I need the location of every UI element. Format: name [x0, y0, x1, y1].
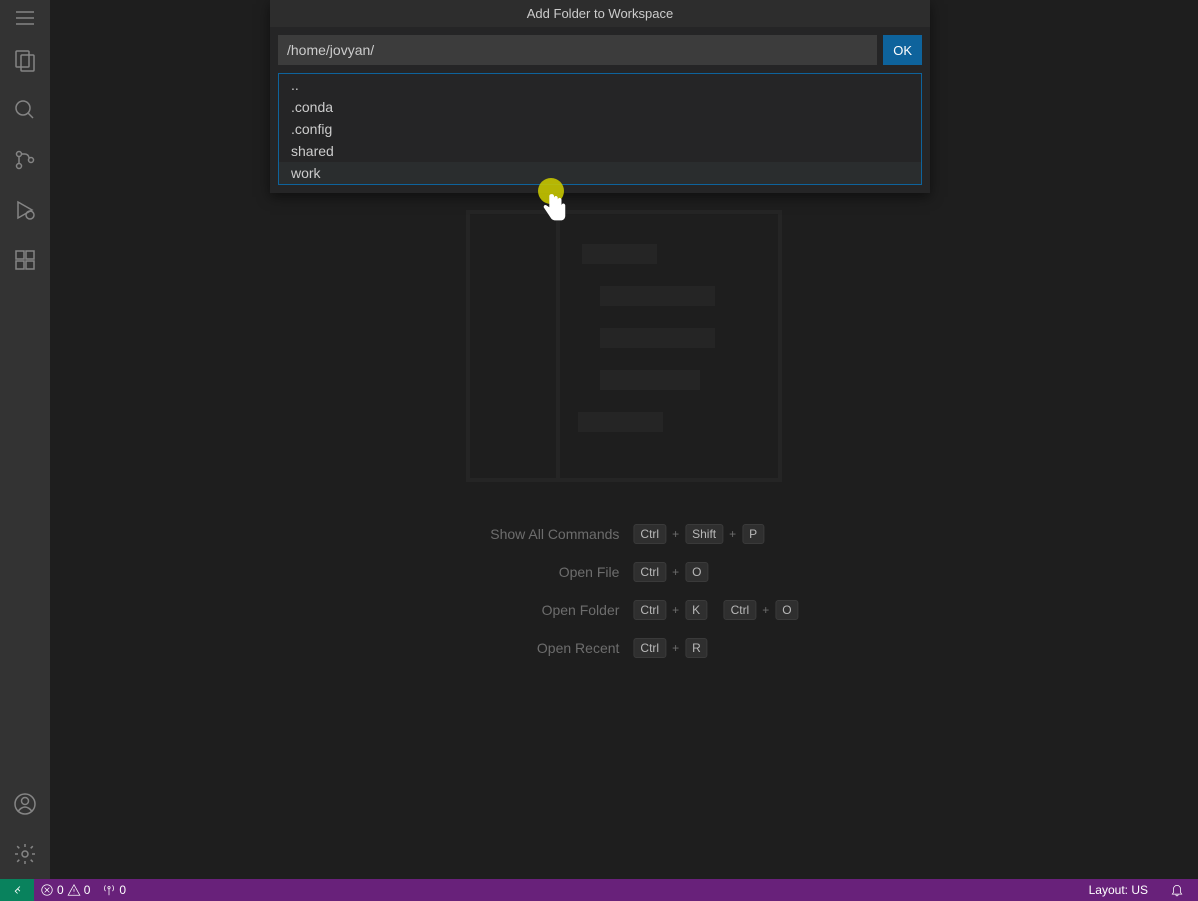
warning-count: 0	[84, 883, 91, 897]
key-shift: Shift	[685, 524, 723, 544]
status-bar: 0 0 0 Layout: US	[0, 879, 1198, 901]
hint-open-folder-label: Open Folder	[449, 601, 619, 619]
hint-open-file-label: Open File	[449, 563, 619, 581]
notifications-button[interactable]	[1164, 879, 1190, 901]
key-r: R	[685, 638, 708, 658]
suggestion-parent[interactable]: ..	[279, 74, 921, 96]
activity-bar	[0, 0, 50, 879]
key-ctrl: Ctrl	[633, 562, 666, 582]
key-ctrl: Ctrl	[633, 524, 666, 544]
antenna-icon	[102, 883, 116, 897]
key-k: K	[685, 600, 707, 620]
shortcut-hints: Show All Commands Ctrl+ Shift+ P Open Fi…	[449, 524, 798, 658]
suggestion-config[interactable]: .config	[279, 118, 921, 140]
key-ctrl: Ctrl	[633, 600, 666, 620]
suggestion-work[interactable]: work	[279, 162, 921, 184]
search-tab[interactable]	[0, 85, 50, 135]
folder-suggestions: .. .conda .config shared work	[278, 73, 922, 185]
settings-button[interactable]	[0, 829, 50, 879]
welcome-watermark	[466, 210, 782, 482]
key-p: P	[742, 524, 764, 544]
remote-button[interactable]	[0, 879, 34, 901]
key-o: O	[685, 562, 708, 582]
key-ctrl: Ctrl	[633, 638, 666, 658]
key-ctrl: Ctrl	[724, 600, 757, 620]
explorer-tab[interactable]	[0, 35, 50, 85]
keyboard-layout[interactable]: Layout: US	[1083, 879, 1154, 901]
bell-icon	[1170, 883, 1184, 897]
add-folder-modal: Add Folder to Workspace OK .. .conda .co…	[270, 0, 930, 193]
ok-button[interactable]: OK	[883, 35, 922, 65]
problems-button[interactable]: 0 0	[34, 879, 96, 901]
extensions-tab[interactable]	[0, 235, 50, 285]
suggestion-conda[interactable]: .conda	[279, 96, 921, 118]
source-control-tab[interactable]	[0, 135, 50, 185]
run-debug-tab[interactable]	[0, 185, 50, 235]
modal-title: Add Folder to Workspace	[270, 0, 930, 27]
suggestion-shared[interactable]: shared	[279, 140, 921, 162]
accounts-button[interactable]	[0, 779, 50, 829]
menu-button[interactable]	[0, 0, 50, 35]
error-icon	[40, 883, 54, 897]
ports-count: 0	[119, 883, 126, 897]
folder-path-input[interactable]	[278, 35, 877, 65]
warning-icon	[67, 883, 81, 897]
key-o: O	[775, 600, 798, 620]
ports-button[interactable]: 0	[96, 879, 132, 901]
hint-show-all-label: Show All Commands	[449, 525, 619, 543]
hint-open-recent-label: Open Recent	[449, 639, 619, 657]
error-count: 0	[57, 883, 64, 897]
